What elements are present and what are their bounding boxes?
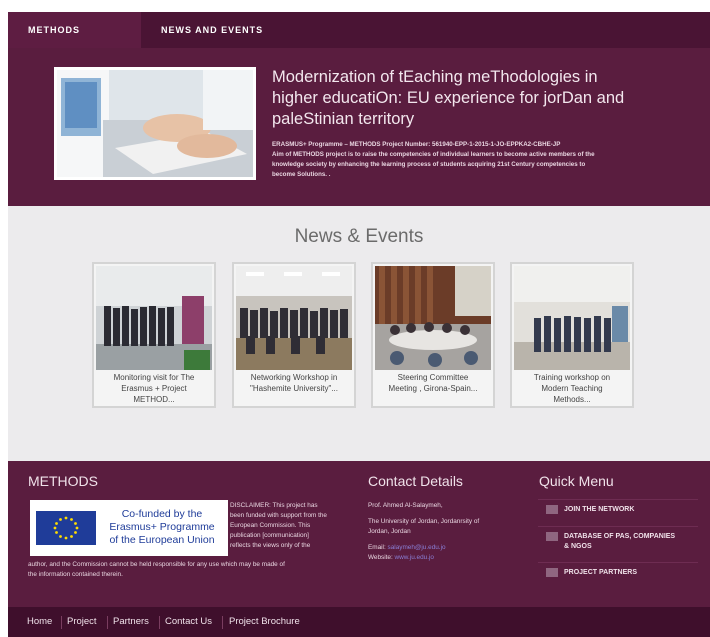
- network-icon: [546, 505, 558, 514]
- news-caption-line: Modern Teaching: [541, 384, 603, 393]
- news-caption[interactable]: Monitoring visit for The Erasmus + Proje…: [96, 372, 212, 405]
- disclaimer-line: DISCLAIMER: This project has: [230, 502, 318, 509]
- news-thumbnail[interactable]: [96, 266, 212, 370]
- nav-divider: [107, 616, 108, 629]
- disclaimer-text-continued: author, and the Commission cannot be hel…: [28, 560, 358, 580]
- eu-cofunding-text: Co-funded by the Erasmus+ Programme of t…: [102, 508, 222, 547]
- contact-details: Prof. Ahmed Al-Salaymeh, The University …: [368, 501, 518, 563]
- quick-menu-label-line: & NGOS: [564, 543, 592, 550]
- tab-news-and-events[interactable]: NEWS AND EVENTS: [141, 12, 283, 48]
- quick-menu-label-line: DATABASE OF PAS, COMPANIES: [564, 533, 676, 540]
- nav-link-partners[interactable]: Partners: [113, 607, 149, 637]
- project-aim-line: knowledge society by enhancing the learn…: [272, 161, 586, 168]
- eu-text-line: Co-funded by the: [121, 508, 203, 520]
- news-caption[interactable]: Networking Workshop in "Hashemite Univer…: [236, 372, 352, 394]
- news-card[interactable]: Steering Committee Meeting , Girona-Spai…: [371, 262, 495, 408]
- hero-title-line: paleStinian territory: [272, 110, 415, 128]
- hero-image: [54, 67, 256, 180]
- project-aim-line: become Solutions. .: [272, 171, 331, 178]
- website-link[interactable]: www.ju.edu.jo: [395, 554, 434, 561]
- quick-menu-label: DATABASE OF PAS, COMPANIES & NGOS: [564, 532, 698, 552]
- disclaimer-line: reflects the views only of the: [230, 542, 311, 549]
- news-thumbnail[interactable]: [514, 266, 630, 370]
- news-caption[interactable]: Steering Committee Meeting , Girona-Spai…: [375, 372, 491, 394]
- news-caption-line: Training workshop on: [533, 373, 611, 382]
- disclaimer-line: the information contained therein.: [28, 571, 123, 578]
- email-link[interactable]: salaymeh@ju.edu.jo: [388, 544, 446, 551]
- news-caption-line: Steering Committee: [397, 373, 469, 382]
- news-caption-line: "Hashemite University"...: [250, 384, 338, 393]
- contact-name: Prof. Ahmed Al-Salaymeh,: [368, 502, 443, 509]
- news-caption[interactable]: Training workshop on Modern Teaching Met…: [514, 372, 630, 405]
- news-section: News & Events Monitoring visit for The E…: [8, 206, 710, 461]
- disclaimer-text: DISCLAIMER: This project has been funded…: [230, 501, 356, 551]
- nav-divider: [61, 616, 62, 629]
- news-caption-line: Meeting , Girona-Spain...: [388, 384, 478, 393]
- eu-text-line: of the European Union: [109, 534, 215, 546]
- quick-menu-project-partners[interactable]: PROJECT PARTNERS: [538, 562, 698, 589]
- nav-divider: [222, 616, 223, 629]
- hero-description: ERASMUS+ Programme – METHODS Project Num…: [272, 140, 702, 180]
- quick-menu-join-network[interactable]: JOIN THE NETWORK: [538, 499, 698, 526]
- disclaimer-line: been funded with support from the: [230, 512, 327, 519]
- methods-heading: METHODS: [28, 473, 98, 489]
- eu-cofunding-logo: Co-funded by the Erasmus+ Programme of t…: [30, 500, 228, 556]
- project-aim-line: Aim of METHODS project is to raise the c…: [272, 151, 595, 158]
- disclaimer-line: European Commission. This: [230, 522, 311, 529]
- news-caption-line: Monitoring visit for The: [113, 373, 195, 382]
- partners-icon: [546, 568, 558, 577]
- quick-menu-heading: Quick Menu: [539, 473, 614, 489]
- news-card[interactable]: Networking Workshop in "Hashemite Univer…: [232, 262, 356, 408]
- bottom-navigation: Home Project Partners Contact Us Project…: [8, 607, 710, 637]
- disclaimer-line: publication [communication]: [230, 532, 309, 539]
- hero-title-line: Modernization of tEaching meThodologies …: [272, 68, 598, 86]
- nav-divider: [159, 616, 160, 629]
- news-heading: News & Events: [294, 226, 424, 247]
- hero-title-line: higher educatiOn: EU experience for jorD…: [272, 89, 625, 107]
- contact-organization: The University of Jordan, Jordanrsity of: [368, 518, 480, 525]
- eu-flag-icon: [36, 511, 96, 545]
- contact-organization: Jordan, Jordan: [368, 528, 411, 535]
- news-caption-line: Methods...: [553, 395, 591, 404]
- nav-link-project[interactable]: Project: [67, 607, 97, 637]
- quick-menu-label: PROJECT PARTNERS: [564, 569, 637, 576]
- project-number: ERASMUS+ Programme – METHODS Project Num…: [272, 141, 561, 148]
- news-caption-line: METHOD...: [133, 395, 175, 404]
- news-card[interactable]: Training workshop on Modern Teaching Met…: [510, 262, 634, 408]
- quick-menu-label: JOIN THE NETWORK: [564, 506, 635, 513]
- tab-methods-project[interactable]: METHODS PROJECT: [8, 12, 141, 71]
- footer: METHODS Co-funded by the Erasmus+ Progra…: [8, 461, 710, 607]
- nav-link-contact-us[interactable]: Contact Us: [165, 607, 212, 637]
- website-label: Website:: [368, 554, 393, 561]
- email-label: Email:: [368, 544, 386, 551]
- news-thumbnail[interactable]: [375, 266, 491, 370]
- nav-link-home[interactable]: Home: [27, 607, 52, 637]
- news-caption-line: Networking Workshop in: [250, 373, 338, 382]
- disclaimer-line: author, and the Commission cannot be hel…: [28, 561, 285, 568]
- news-thumbnail[interactable]: [236, 266, 352, 370]
- contact-heading: Contact Details: [368, 473, 463, 489]
- hero-title: Modernization of tEaching meThodologies …: [272, 67, 692, 130]
- contact-email-row: Email: salaymeh@ju.edu.jo: [368, 543, 518, 553]
- eu-text-line: Erasmus+ Programme: [109, 521, 215, 533]
- top-navigation: METHODS PROJECT NEWS AND EVENTS: [8, 12, 710, 71]
- quick-menu-database[interactable]: DATABASE OF PAS, COMPANIES & NGOS: [538, 526, 698, 562]
- nav-link-project-brochure[interactable]: Project Brochure: [229, 607, 300, 637]
- news-card[interactable]: Monitoring visit for The Erasmus + Proje…: [92, 262, 216, 408]
- contact-website-row: Website: www.ju.edu.jo: [368, 553, 518, 563]
- database-icon: [546, 532, 558, 541]
- news-caption-line: Erasmus + Project: [121, 384, 187, 393]
- hero-banner: Modernization of tEaching meThodologies …: [8, 48, 710, 206]
